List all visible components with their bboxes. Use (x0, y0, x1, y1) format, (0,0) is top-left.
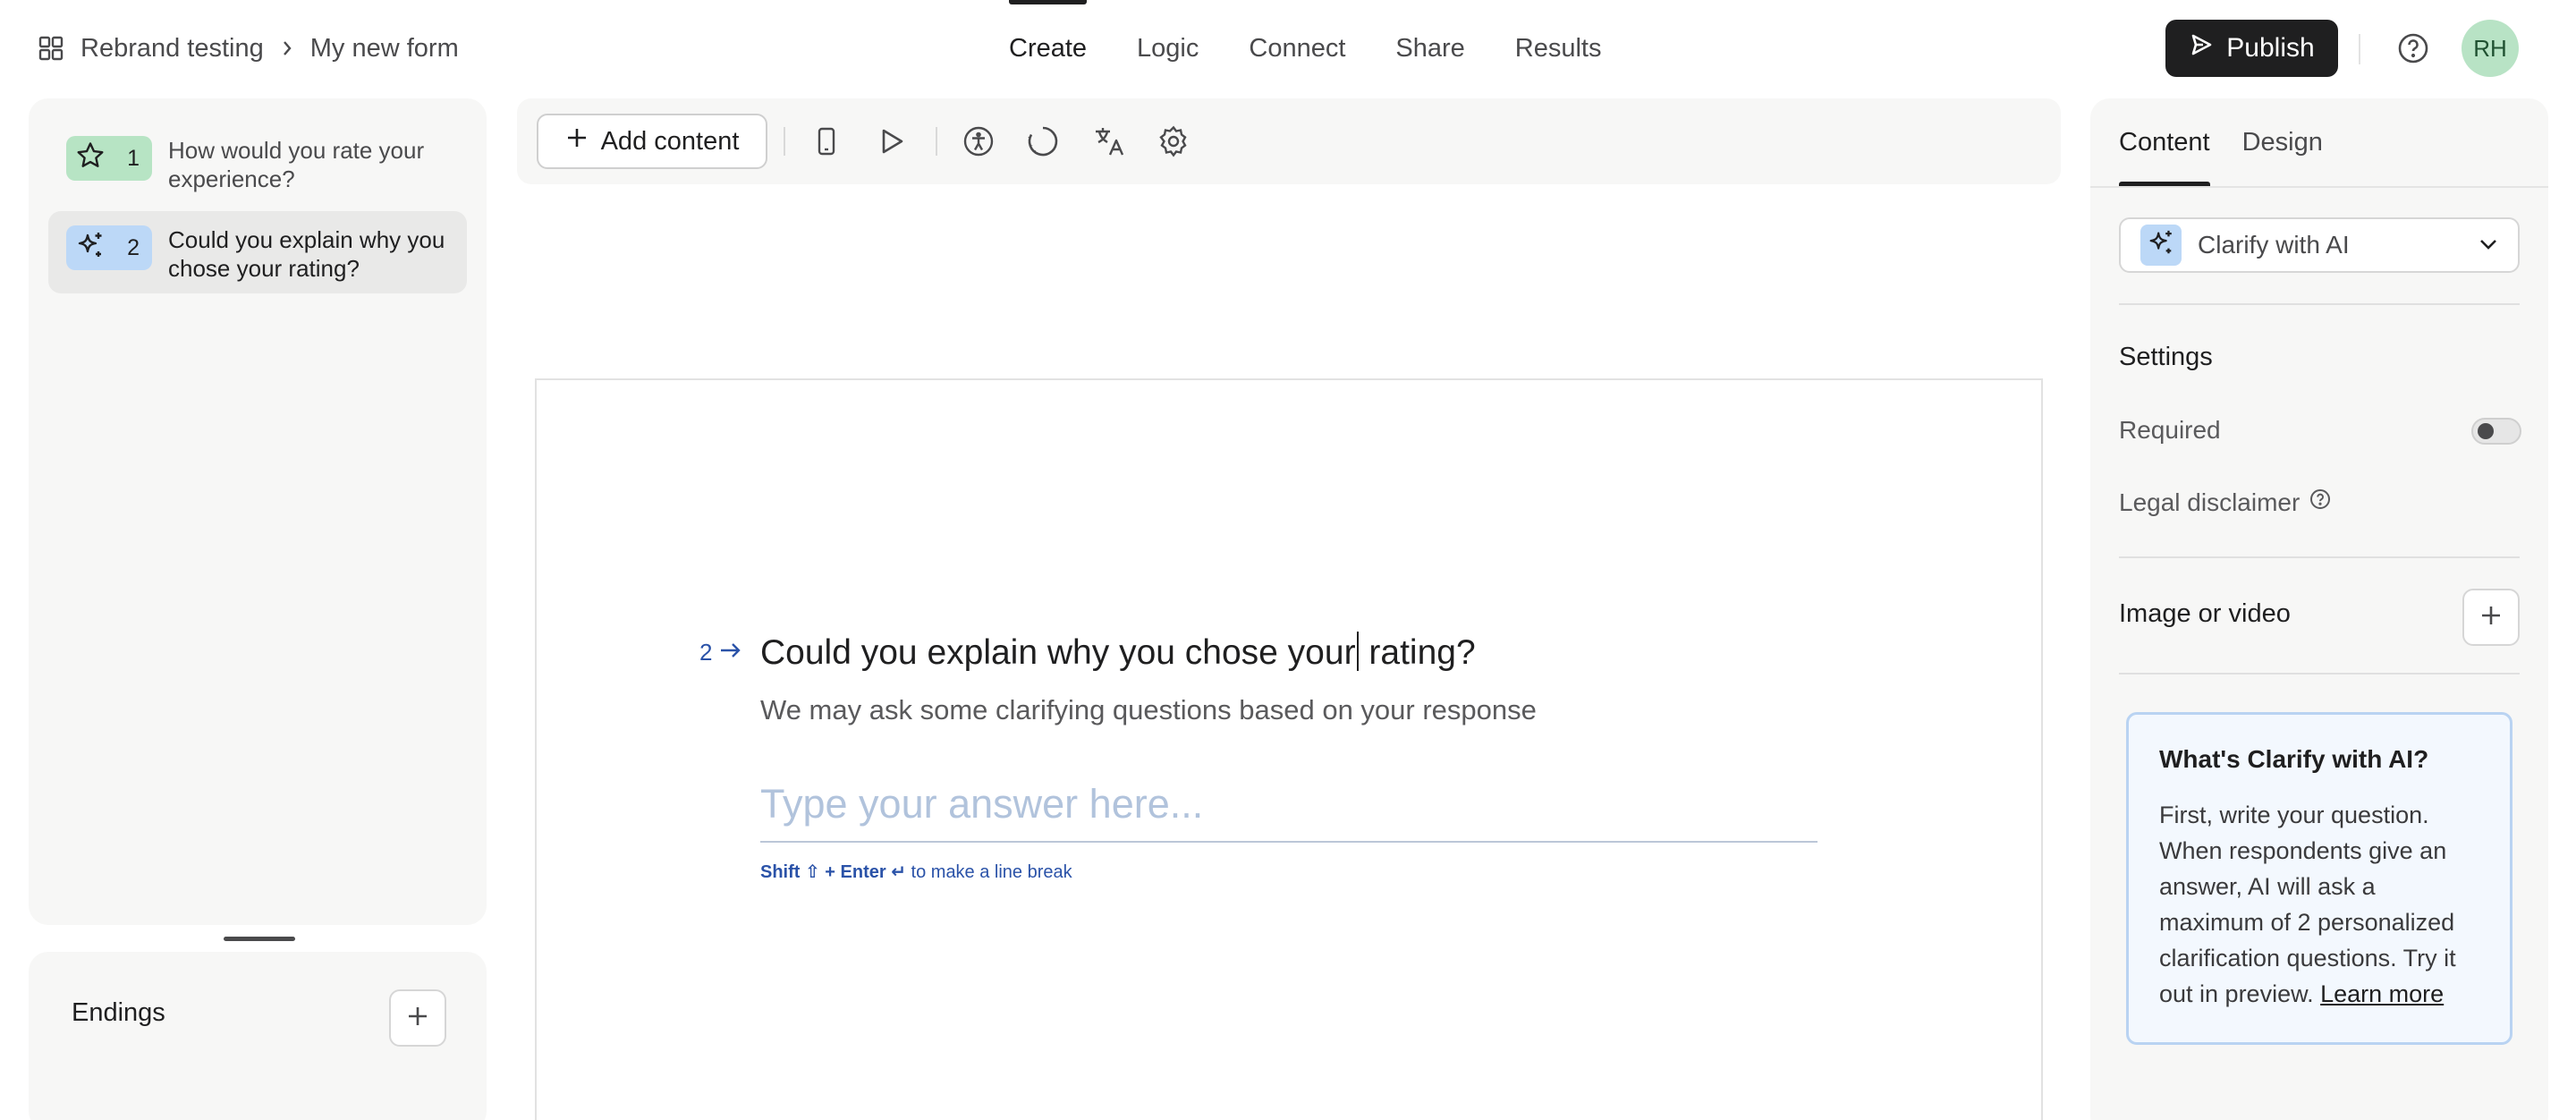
question-type-badge (2140, 225, 2182, 266)
star-icon (75, 140, 106, 177)
editor-toolbar: Add content (517, 98, 2061, 184)
properties-tabs: Content Design (2119, 98, 2323, 186)
required-label: Required (2119, 416, 2221, 444)
add-content-label: Add content (600, 126, 740, 156)
question-number-indicator: 2 (699, 639, 742, 666)
tab-content[interactable]: Content (2119, 98, 2210, 186)
learn-more-link[interactable]: Learn more (2320, 980, 2444, 1007)
add-image-button[interactable] (2462, 589, 2520, 646)
text-caret (1356, 632, 1359, 671)
toolbar-divider (936, 127, 937, 156)
clarify-info-card: What's Clarify with AI? First, write you… (2126, 712, 2512, 1045)
question-badge: 2 (66, 225, 152, 270)
info-icon[interactable] (2309, 488, 2332, 517)
add-ending-button[interactable] (389, 989, 446, 1047)
plus-icon (2479, 603, 2504, 632)
loading-icon[interactable] (1025, 123, 1061, 159)
settings-heading: Settings (2119, 343, 2213, 371)
answer-input[interactable]: Type your answer here... (760, 776, 1818, 843)
settings-icon[interactable] (1156, 123, 1191, 159)
resize-handle[interactable] (224, 937, 295, 941)
plus-icon (565, 126, 589, 157)
help-icon[interactable] (2395, 30, 2431, 66)
add-content-button[interactable]: Add content (537, 114, 767, 169)
question-list-item-1[interactable]: 1 How would you rate your experience? (48, 122, 467, 204)
properties-panel: Content Design Clarify with AI Settings … (2090, 98, 2548, 1120)
tab-create[interactable]: Create (984, 0, 1112, 97)
image-video-heading: Image or video (2119, 599, 2291, 628)
info-card-body: First, write your question. When respond… (2159, 797, 2483, 1012)
question-title-text: Could you explain why you chose your (760, 633, 1356, 672)
plus-icon (405, 1004, 430, 1033)
chevron-right-icon (280, 38, 294, 58)
form-preview-canvas (535, 378, 2043, 1120)
required-toggle[interactable] (2471, 418, 2521, 445)
sparkle-icon (75, 230, 106, 267)
arrow-right-icon (719, 639, 742, 666)
question-list-text: Could you explain why you chose your rat… (168, 226, 445, 282)
question-number: 2 (127, 234, 140, 260)
tab-logic[interactable]: Logic (1112, 0, 1224, 97)
line-break-hint: Shift ⇧ + Enter ↵ to make a line break (760, 861, 1072, 883)
publish-label: Publish (2226, 33, 2315, 63)
top-bar: Rebrand testing My new form Create Logic… (0, 0, 2576, 97)
send-icon (2189, 32, 2214, 64)
header-divider (2359, 34, 2360, 64)
question-title-editor[interactable]: Could you explain why you chose your rat… (760, 632, 1476, 673)
endings-panel: Endings (29, 952, 487, 1120)
tab-results[interactable]: Results (1490, 0, 1627, 97)
question-title-text-end: rating? (1359, 633, 1476, 672)
tab-share[interactable]: Share (1370, 0, 1489, 97)
breadcrumb-workspace[interactable]: Rebrand testing (80, 34, 264, 64)
tab-connect[interactable]: Connect (1224, 0, 1370, 97)
section-divider (2119, 303, 2520, 305)
question-number: 1 (127, 145, 140, 171)
hint-plus: + (819, 862, 841, 882)
hint-enter: Enter ↵ (840, 862, 906, 882)
question-description[interactable]: We may ask some clarifying questions bas… (760, 694, 1537, 726)
endings-label: Endings (72, 998, 165, 1027)
question-type-label: Clarify with AI (2198, 231, 2350, 259)
play-icon[interactable] (873, 123, 909, 159)
legal-disclaimer-row: Legal disclaimer (2119, 488, 2332, 517)
avatar[interactable]: RH (2462, 20, 2519, 77)
tab-design[interactable]: Design (2242, 98, 2323, 186)
publish-button[interactable]: Publish (2165, 20, 2338, 77)
question-type-select[interactable]: Clarify with AI (2119, 217, 2520, 273)
hint-rest: to make a line break (905, 862, 1072, 882)
question-list-item-2[interactable]: 2 Could you explain why you chose your r… (48, 211, 467, 293)
question-number: 2 (699, 639, 713, 666)
main-nav: Create Logic Connect Share Results (984, 0, 1626, 97)
section-divider (2119, 673, 2520, 675)
chevron-down-icon (2477, 231, 2500, 259)
question-list-text: How would you rate your experience? (168, 137, 425, 192)
translate-icon[interactable] (1091, 123, 1127, 159)
breadcrumb-form[interactable]: My new form (310, 34, 459, 64)
sparkle-icon (2147, 228, 2175, 263)
tabs-divider (2090, 186, 2548, 188)
hint-shift: Shift ⇧ (760, 862, 820, 882)
question-list-panel: 1 How would you rate your experience? 2 … (29, 98, 487, 925)
info-card-title: What's Clarify with AI? (2159, 745, 2429, 773)
info-card-text: First, write your question. When respond… (2159, 802, 2456, 1007)
legal-disclaimer-label: Legal disclaimer (2119, 488, 2301, 516)
accessibility-icon[interactable] (961, 123, 996, 159)
question-badge: 1 (66, 136, 152, 181)
breadcrumb: Rebrand testing My new form (38, 29, 459, 68)
mobile-preview-icon[interactable] (809, 123, 844, 159)
apps-grid-icon[interactable] (38, 35, 64, 62)
toolbar-divider (784, 127, 785, 156)
section-divider (2119, 556, 2520, 558)
